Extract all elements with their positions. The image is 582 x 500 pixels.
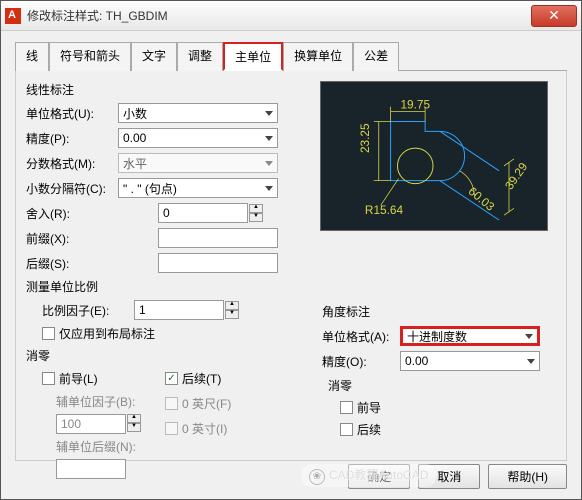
fraction-format-combo[interactable]: 水平 <box>118 153 278 173</box>
linear-group: 线性标注 单位格式(U): 小数 精度(P): 0.00 <box>22 81 312 483</box>
chevron-down-icon <box>525 334 533 339</box>
chevron-down-icon <box>265 186 273 191</box>
subfactor-spinner[interactable]: ▲▼ <box>127 414 141 434</box>
zero-group-label: 消零 <box>26 347 308 364</box>
subfactor-label: 辅单位因子(B): <box>56 393 141 410</box>
precision-label: 精度(P): <box>26 130 118 147</box>
tab-tolerances[interactable]: 公差 <box>353 42 399 71</box>
suffix-input[interactable] <box>158 253 278 273</box>
angular-precision-label: 精度(O): <box>322 353 400 370</box>
dim-height: 23.25 <box>358 123 372 153</box>
close-button[interactable]: ✕ <box>531 5 577 27</box>
tab-primary-units[interactable]: 主单位 <box>223 42 283 71</box>
feet-label: 0 英尺(F) <box>182 395 231 412</box>
unit-format-combo[interactable]: 小数 <box>118 103 278 123</box>
prefix-input[interactable] <box>158 228 278 248</box>
angular-group-label: 角度标注 <box>322 303 558 320</box>
tab-text[interactable]: 文字 <box>131 42 177 71</box>
titlebar: 修改标注样式: TH_GBDIM ✕ <box>1 1 581 31</box>
subsuffix-input[interactable] <box>56 459 126 479</box>
layout-only-checkbox[interactable] <box>42 327 55 340</box>
angular-format-label: 单位格式(A): <box>322 328 400 345</box>
chevron-down-icon <box>265 136 273 141</box>
angular-trailing-checkbox[interactable] <box>340 423 353 436</box>
decimal-sep-combo[interactable]: " . " (句点) <box>118 178 278 198</box>
angular-leading-checkbox[interactable] <box>340 401 353 414</box>
scale-factor-input[interactable]: 1 <box>134 300 224 320</box>
angular-group: 角度标注 单位格式(A): 十进制度数 精度(O): 0.00 消零 <box>320 243 560 445</box>
layout-only-label: 仅应用到布局标注 <box>59 325 155 342</box>
scale-factor-spinner[interactable]: ▲▼ <box>225 301 239 319</box>
trailing-checkbox[interactable] <box>165 372 178 385</box>
dialog-window: 修改标注样式: TH_GBDIM ✕ 线 符号和箭头 文字 调整 主单位 换算单… <box>0 0 582 500</box>
dim-radius: R15.64 <box>365 203 404 217</box>
scale-group-label: 测量单位比例 <box>26 278 308 295</box>
angular-trailing-label: 后续 <box>357 421 381 438</box>
dim-width: 19.75 <box>400 98 430 112</box>
decimal-sep-label: 小数分隔符(C): <box>26 180 118 197</box>
feet-checkbox[interactable] <box>165 397 178 410</box>
inches-checkbox[interactable] <box>165 422 178 435</box>
panel: 线性标注 单位格式(U): 小数 精度(P): 0.00 <box>15 71 567 461</box>
round-spinner[interactable]: ▲▼ <box>249 204 263 222</box>
suffix-label: 后缀(S): <box>26 255 118 272</box>
window-title: 修改标注样式: TH_GBDIM <box>27 7 531 24</box>
right-column: 19.75 23.25 R15.64 60.03 39.29 角度标注 单位格式… <box>320 81 560 450</box>
round-input[interactable]: 0 <box>158 203 248 223</box>
preview-pane: 19.75 23.25 R15.64 60.03 39.29 <box>320 81 548 231</box>
trailing-label: 后续(T) <box>182 370 221 387</box>
leading-label: 前导(L) <box>59 370 98 387</box>
inches-label: 0 英寸(I) <box>182 420 227 437</box>
chevron-down-icon <box>265 161 273 166</box>
tab-fit[interactable]: 调整 <box>177 42 223 71</box>
tab-symbols-arrows[interactable]: 符号和箭头 <box>49 42 131 71</box>
dim-angle: 60.03 <box>466 184 498 214</box>
content-area: 线 符号和箭头 文字 调整 主单位 换算单位 公差 线性标注 单位格式(U): … <box>1 31 581 471</box>
unit-format-label: 单位格式(U): <box>26 105 118 122</box>
subsuffix-label: 辅单位后缀(N): <box>56 438 141 455</box>
scale-factor-label: 比例因子(E): <box>42 302 134 319</box>
chevron-down-icon <box>265 111 273 116</box>
round-label: 舍入(R): <box>26 205 118 222</box>
cancel-button[interactable]: 取消 <box>418 464 480 489</box>
angular-precision-combo[interactable]: 0.00 <box>400 351 540 371</box>
button-row: 确定 取消 帮助(H) <box>348 464 567 489</box>
prefix-label: 前缀(X): <box>26 230 118 247</box>
tab-lines[interactable]: 线 <box>15 42 49 71</box>
app-icon <box>5 8 21 24</box>
fraction-format-label: 分数格式(M): <box>26 155 118 172</box>
linear-group-label: 线性标注 <box>26 81 308 98</box>
help-button[interactable]: 帮助(H) <box>488 464 567 489</box>
leading-checkbox[interactable] <box>42 372 55 385</box>
angular-leading-label: 前导 <box>357 399 381 416</box>
subfactor-input[interactable]: 100 <box>56 414 126 434</box>
tab-bar: 线 符号和箭头 文字 调整 主单位 换算单位 公差 <box>15 41 567 71</box>
angular-format-combo[interactable]: 十进制度数 <box>400 326 540 346</box>
left-column: 线性标注 单位格式(U): 小数 精度(P): 0.00 <box>22 81 312 450</box>
ok-button[interactable]: 确定 <box>348 464 410 489</box>
tab-alternate-units[interactable]: 换算单位 <box>283 42 353 71</box>
angular-zero-label: 消零 <box>328 377 558 394</box>
chevron-down-icon <box>527 359 535 364</box>
precision-combo[interactable]: 0.00 <box>118 128 278 148</box>
